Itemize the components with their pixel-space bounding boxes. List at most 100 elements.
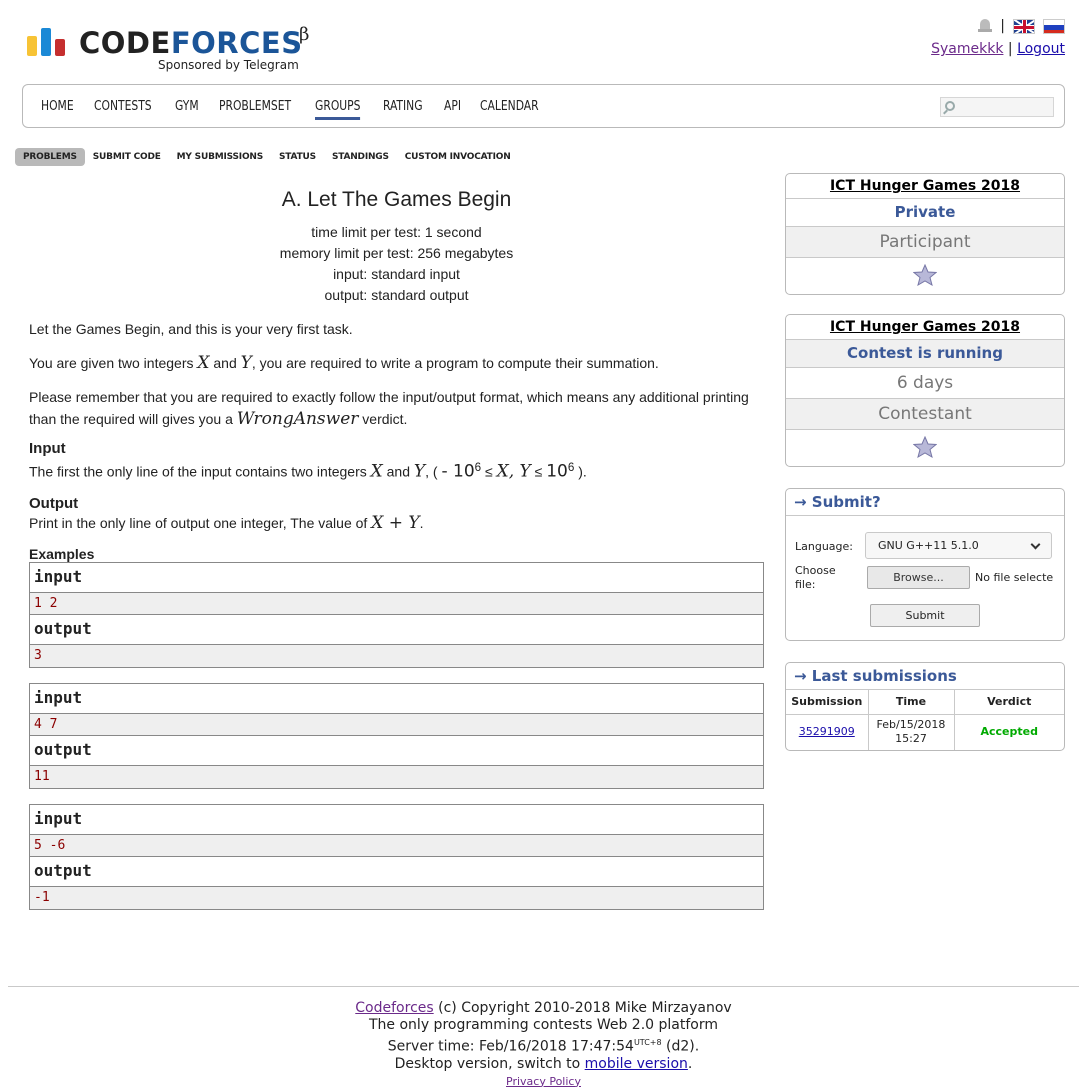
contest-running-status: Contest is running: [786, 340, 1064, 368]
menu-item-home[interactable]: HOME: [41, 99, 74, 120]
tab-submit-code[interactable]: SUBMIT CODE: [85, 148, 169, 166]
time-limit: time limit per test: 1 second: [311, 224, 482, 240]
tab-status[interactable]: STATUS: [271, 148, 324, 166]
contest-role: Participant: [786, 227, 1064, 258]
footer-copyright: Codeforces (c) Copyright 2010-2018 Mike …: [355, 1000, 732, 1016]
footer-divider: [8, 986, 1079, 987]
example-output-label: output: [30, 736, 763, 766]
column-header-time: Time: [868, 690, 955, 715]
server-time: Server time: Feb/16/2018 17:47:54UTC+8 (…: [387, 1038, 700, 1055]
search-input[interactable]: [940, 97, 1054, 117]
browse-button[interactable]: Browse...: [867, 566, 970, 589]
language-switcher: |: [978, 18, 1065, 34]
language-label: Language:: [795, 540, 853, 553]
mobile-version-link[interactable]: mobile version: [585, 1056, 688, 1072]
submission-id-link[interactable]: 35291909: [799, 725, 855, 738]
problem-statement: A. Let The Games Begin time limit per te…: [29, 188, 764, 910]
menu-item-calendar[interactable]: CALENDAR: [480, 99, 539, 120]
examples-title: Examples: [29, 545, 95, 562]
output-file: output: standard output: [324, 287, 469, 303]
memory-limit: memory limit per test: 256 megabytes: [279, 245, 514, 261]
verdict-accepted[interactable]: Accepted: [954, 714, 1064, 750]
logo-bars-icon: [27, 28, 67, 56]
example-output-value[interactable]: 3: [30, 644, 763, 667]
tab-my-submissions[interactable]: MY SUBMISSIONS: [169, 148, 271, 166]
language-select[interactable]: GNU G++11 5.1.0: [865, 532, 1052, 559]
contest-status-box: ICT Hunger Games 2018 Contest is running…: [785, 314, 1065, 467]
contest-submenu: PROBLEMS SUBMIT CODE MY SUBMISSIONS STAT…: [15, 148, 519, 166]
footer: Codeforces (c) Copyright 2010-2018 Mike …: [0, 1000, 1087, 1090]
main-menu: HOME CONTESTS GYM PROBLEMSET GROUPS RATI…: [22, 84, 1065, 128]
submission-time: Feb/15/2018 15:27: [868, 714, 955, 750]
favourite-row: [786, 430, 1064, 466]
sponsor-text: Sponsored by Telegram: [158, 58, 299, 72]
output-spec: Print in the only line of output one int…: [29, 512, 424, 533]
codeforces-link[interactable]: Codeforces: [355, 1000, 433, 1016]
footer-tagline: The only programming contests Web 2.0 pl…: [369, 1017, 718, 1033]
contest-time-left: 6 days: [786, 368, 1064, 399]
example-input-value[interactable]: 5 -6: [30, 834, 763, 857]
file-label: Choose file:: [795, 564, 836, 591]
example-input-label: input: [30, 684, 763, 714]
contest-role: Contestant: [786, 399, 1064, 430]
english-flag-icon[interactable]: [1013, 18, 1035, 34]
chevron-down-icon: [1030, 539, 1041, 550]
example-output-value[interactable]: 11: [30, 765, 763, 788]
last-submissions-caption: → Last submissions: [786, 663, 1064, 690]
star-icon[interactable]: [913, 436, 937, 458]
language-value: GNU G++11 5.1.0: [878, 539, 979, 552]
statement-paragraph-3: Please remember that you are required to…: [29, 389, 749, 429]
table-row: 35291909 Feb/15/2018 15:27 Accepted: [786, 714, 1064, 750]
submit-button[interactable]: Submit: [870, 604, 980, 627]
example-output-value[interactable]: -1: [30, 886, 763, 909]
example-output-label: output: [30, 615, 763, 645]
star-icon[interactable]: [913, 264, 937, 286]
menu-item-gym[interactable]: GYM: [175, 99, 199, 120]
menu-item-api[interactable]: API: [444, 99, 461, 120]
search-icon: [945, 101, 955, 111]
input-file: input: standard input: [333, 266, 460, 282]
example-output-label: output: [30, 857, 763, 887]
input-spec: The first the only line of the input con…: [29, 461, 587, 482]
submissions-table: Submission Time Verdict 35291909 Feb/15/…: [786, 690, 1064, 750]
privacy-policy-link[interactable]: Privacy Policy: [506, 1075, 581, 1088]
contest-visibility: Private: [786, 199, 1064, 227]
contest-name-link[interactable]: ICT Hunger Games 2018: [786, 174, 1064, 199]
example-input-label: input: [30, 805, 763, 835]
notification-bell-icon[interactable]: [978, 18, 993, 34]
version-switch: Desktop version, switch to mobile versio…: [394, 1055, 693, 1072]
menu-item-problemset[interactable]: PROBLEMSET: [219, 99, 291, 120]
russian-flag-icon[interactable]: [1043, 18, 1065, 34]
logo-wordmark: CODEFORCES: [79, 26, 303, 60]
user-links: Syamekkk | Logout: [931, 41, 1065, 57]
column-header-verdict: Verdict: [954, 690, 1064, 715]
column-header-submission: Submission: [786, 690, 869, 715]
example-input-label: input: [30, 563, 763, 593]
statement-paragraph-1: Let the Games Begin, and this is your ve…: [29, 321, 353, 337]
menu-item-contests[interactable]: CONTESTS: [94, 99, 152, 120]
logout-link[interactable]: Logout: [1017, 41, 1065, 57]
output-section-title: Output: [29, 494, 79, 512]
example-3: input 5 -6 output -1: [29, 803, 764, 910]
submit-caption: → Submit?: [786, 489, 1064, 516]
contest-info-box: ICT Hunger Games 2018 Private Participan…: [785, 173, 1065, 295]
contest-name-link[interactable]: ICT Hunger Games 2018: [786, 315, 1064, 340]
codeforces-logo[interactable]: CODEFORCES β Sponsored by Telegram: [25, 24, 325, 76]
menu-item-groups[interactable]: GROUPS: [315, 99, 361, 120]
input-section-title: Input: [29, 440, 66, 457]
tab-standings[interactable]: STANDINGS: [324, 148, 397, 166]
tab-custom-invocation[interactable]: CUSTOM INVOCATION: [397, 148, 519, 166]
username-link[interactable]: Syamekkk: [931, 41, 1003, 57]
submit-box: → Submit? Language: GNU G++11 5.1.0 Choo…: [785, 488, 1065, 641]
example-input-value[interactable]: 1 2: [30, 592, 763, 615]
menu-item-rating[interactable]: RATING: [383, 99, 423, 120]
user-separator: |: [1007, 41, 1013, 57]
example-input-value[interactable]: 4 7: [30, 713, 763, 736]
example-2: input 4 7 output 11: [29, 682, 764, 789]
favourite-row: [786, 258, 1064, 294]
logo-beta: β: [299, 24, 310, 45]
example-1: input 1 2 output 3: [29, 561, 764, 668]
last-submissions-box: → Last submissions Submission Time Verdi…: [785, 662, 1065, 751]
lang-separator: |: [1000, 18, 1005, 34]
tab-problems[interactable]: PROBLEMS: [15, 148, 85, 166]
